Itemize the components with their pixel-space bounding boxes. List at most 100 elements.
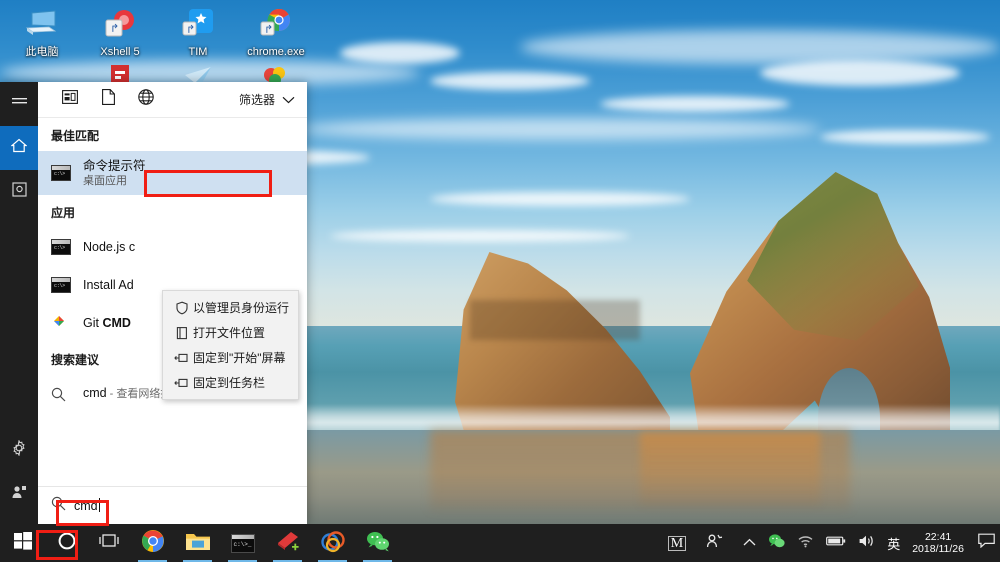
windows-start-icon [14,532,32,555]
context-menu-item-run-as-administrator[interactable]: 以管理员身份运行 [163,295,298,320]
result-title: Install Ad [83,278,134,293]
svg-text:↱: ↱ [110,23,119,35]
search-results[interactable]: 最佳匹配 命令提示符 桌面应用 应用 Node.js c Install Ad … [38,118,307,486]
search-input[interactable]: cmd [51,496,101,516]
sidebar-item-home[interactable] [0,126,38,170]
chrome-taskbar-icon [141,529,165,558]
cortana-circle-icon [57,531,77,556]
context-menu-item-label: 固定到"开始"屏幕 [193,349,286,366]
section-header-best-match: 最佳匹配 [38,118,307,151]
section-header-apps: 应用 [38,195,307,228]
search-tabs-bar[interactable]: 筛选器 [38,82,307,118]
sidebar-item-timeline[interactable] [0,170,38,214]
cloud [760,60,960,86]
taskbar-app-foxmail[interactable] [265,524,310,562]
pin-icon [171,352,193,364]
desktop-icon-chrome[interactable]: ↱ chrome.exe [238,4,314,59]
git-icon [51,315,83,331]
battery-icon [826,534,846,552]
taskbar-app-file-explorer[interactable] [175,524,220,562]
chrome-icon: ↱ [238,4,314,44]
search-input-value: cmd [74,498,101,513]
context-menu-item-label: 以管理员身份运行 [193,299,289,316]
context-menu-item-label: 固定到任务栏 [193,374,265,391]
sidebar-item-settings[interactable] [0,428,38,472]
taskbar-app-circle[interactable] [310,524,355,562]
cloud [520,30,1000,64]
cloud [820,130,990,144]
foxmail-taskbar-icon [276,530,300,557]
text-caret [99,498,100,512]
action-center-icon [978,533,995,553]
hamburger-icon [12,95,27,113]
command-prompt-icon [51,165,83,181]
sidebar-item-power-user[interactable] [0,472,38,516]
taskbar-app-chrome[interactable] [130,524,175,562]
cloud [330,230,630,242]
result-title: Git CMD [83,316,131,331]
taskbar-clock[interactable]: 22:41 2018/11/26 [906,524,972,562]
svg-text:↱: ↱ [264,24,273,36]
action-center-button[interactable] [972,524,1000,562]
tray-mendeley-icon[interactable]: M [662,524,692,562]
file-explorer-taskbar-icon [185,530,211,557]
chevron-down-icon [282,93,295,107]
tray-battery-button[interactable] [820,524,852,562]
result-app-nodejs[interactable]: Node.js c [38,228,307,266]
wallpaper-reflection [640,432,820,506]
context-menu[interactable]: 以管理员身份运行 打开文件位置 [162,290,299,400]
rock-shadow [470,300,640,340]
svg-text:↱: ↱ [186,24,195,36]
cortana-button[interactable] [46,524,88,562]
context-menu-item-pin-to-taskbar[interactable]: 固定到任务栏 [163,370,298,395]
ime-label: 英 [887,534,900,553]
result-best-match-command-prompt[interactable]: 命令提示符 桌面应用 [38,151,307,195]
power-user-icon [11,484,27,505]
app-circle-taskbar-icon [321,529,345,558]
mendeley-glyph: M [668,536,686,551]
start-rail[interactable] [0,82,38,524]
task-view-icon [98,533,120,554]
result-title: Node.js c [83,240,135,255]
taskbar[interactable]: c:\>_ [0,524,1000,562]
tray-ime-indicator[interactable]: 英 [881,524,906,562]
this-pc-icon [4,4,80,44]
tab-documents[interactable] [89,85,127,115]
filter-dropdown[interactable]: 筛选器 [239,91,295,108]
desktop-icon-tim[interactable]: ↱ TIM [160,4,236,59]
command-prompt-taskbar-icon: c:\>_ [231,534,255,553]
search-bar[interactable]: cmd [38,486,307,524]
document-icon [102,89,115,110]
tray-wechat-button[interactable] [762,524,791,562]
start-button[interactable] [0,524,46,562]
tim-icon: ↱ [160,4,236,44]
folder-open-icon [171,326,193,340]
context-menu-item-pin-to-start[interactable]: 固定到"开始"屏幕 [163,345,298,370]
task-view-button[interactable] [88,524,130,562]
cloud [430,72,590,90]
result-title: 命令提示符 [83,159,146,174]
taskbar-app-command-prompt[interactable]: c:\>_ [220,524,265,562]
xshell-icon: ↱ [82,4,158,44]
tray-people-button[interactable] [692,524,729,562]
wifi-icon [797,534,814,553]
desktop-icon-this-pc[interactable]: 此电脑 [4,4,80,59]
tab-web[interactable] [127,85,165,115]
people-icon [706,533,723,553]
hamburger-menu-button[interactable] [0,82,38,126]
timeline-icon [12,182,27,202]
taskbar-app-wechat[interactable] [355,524,400,562]
system-tray[interactable]: M [662,524,1000,562]
tab-apps[interactable] [51,85,89,115]
clock-date: 2018/11/26 [912,543,964,555]
tray-volume-button[interactable] [852,524,881,562]
wechat-tray-icon [768,533,785,553]
filter-label: 筛选器 [239,91,275,108]
tray-network-button[interactable] [791,524,820,562]
tray-expand-button[interactable] [729,524,762,562]
start-search-panel[interactable]: 筛选器 最佳匹配 命令提示符 桌面应用 应用 Node.js c [0,82,307,524]
cloud [600,96,790,112]
context-menu-item-open-file-location[interactable]: 打开文件位置 [163,320,298,345]
desktop-icon-xshell[interactable]: ↱ Xshell 5 [82,4,158,59]
cloud [340,42,460,64]
